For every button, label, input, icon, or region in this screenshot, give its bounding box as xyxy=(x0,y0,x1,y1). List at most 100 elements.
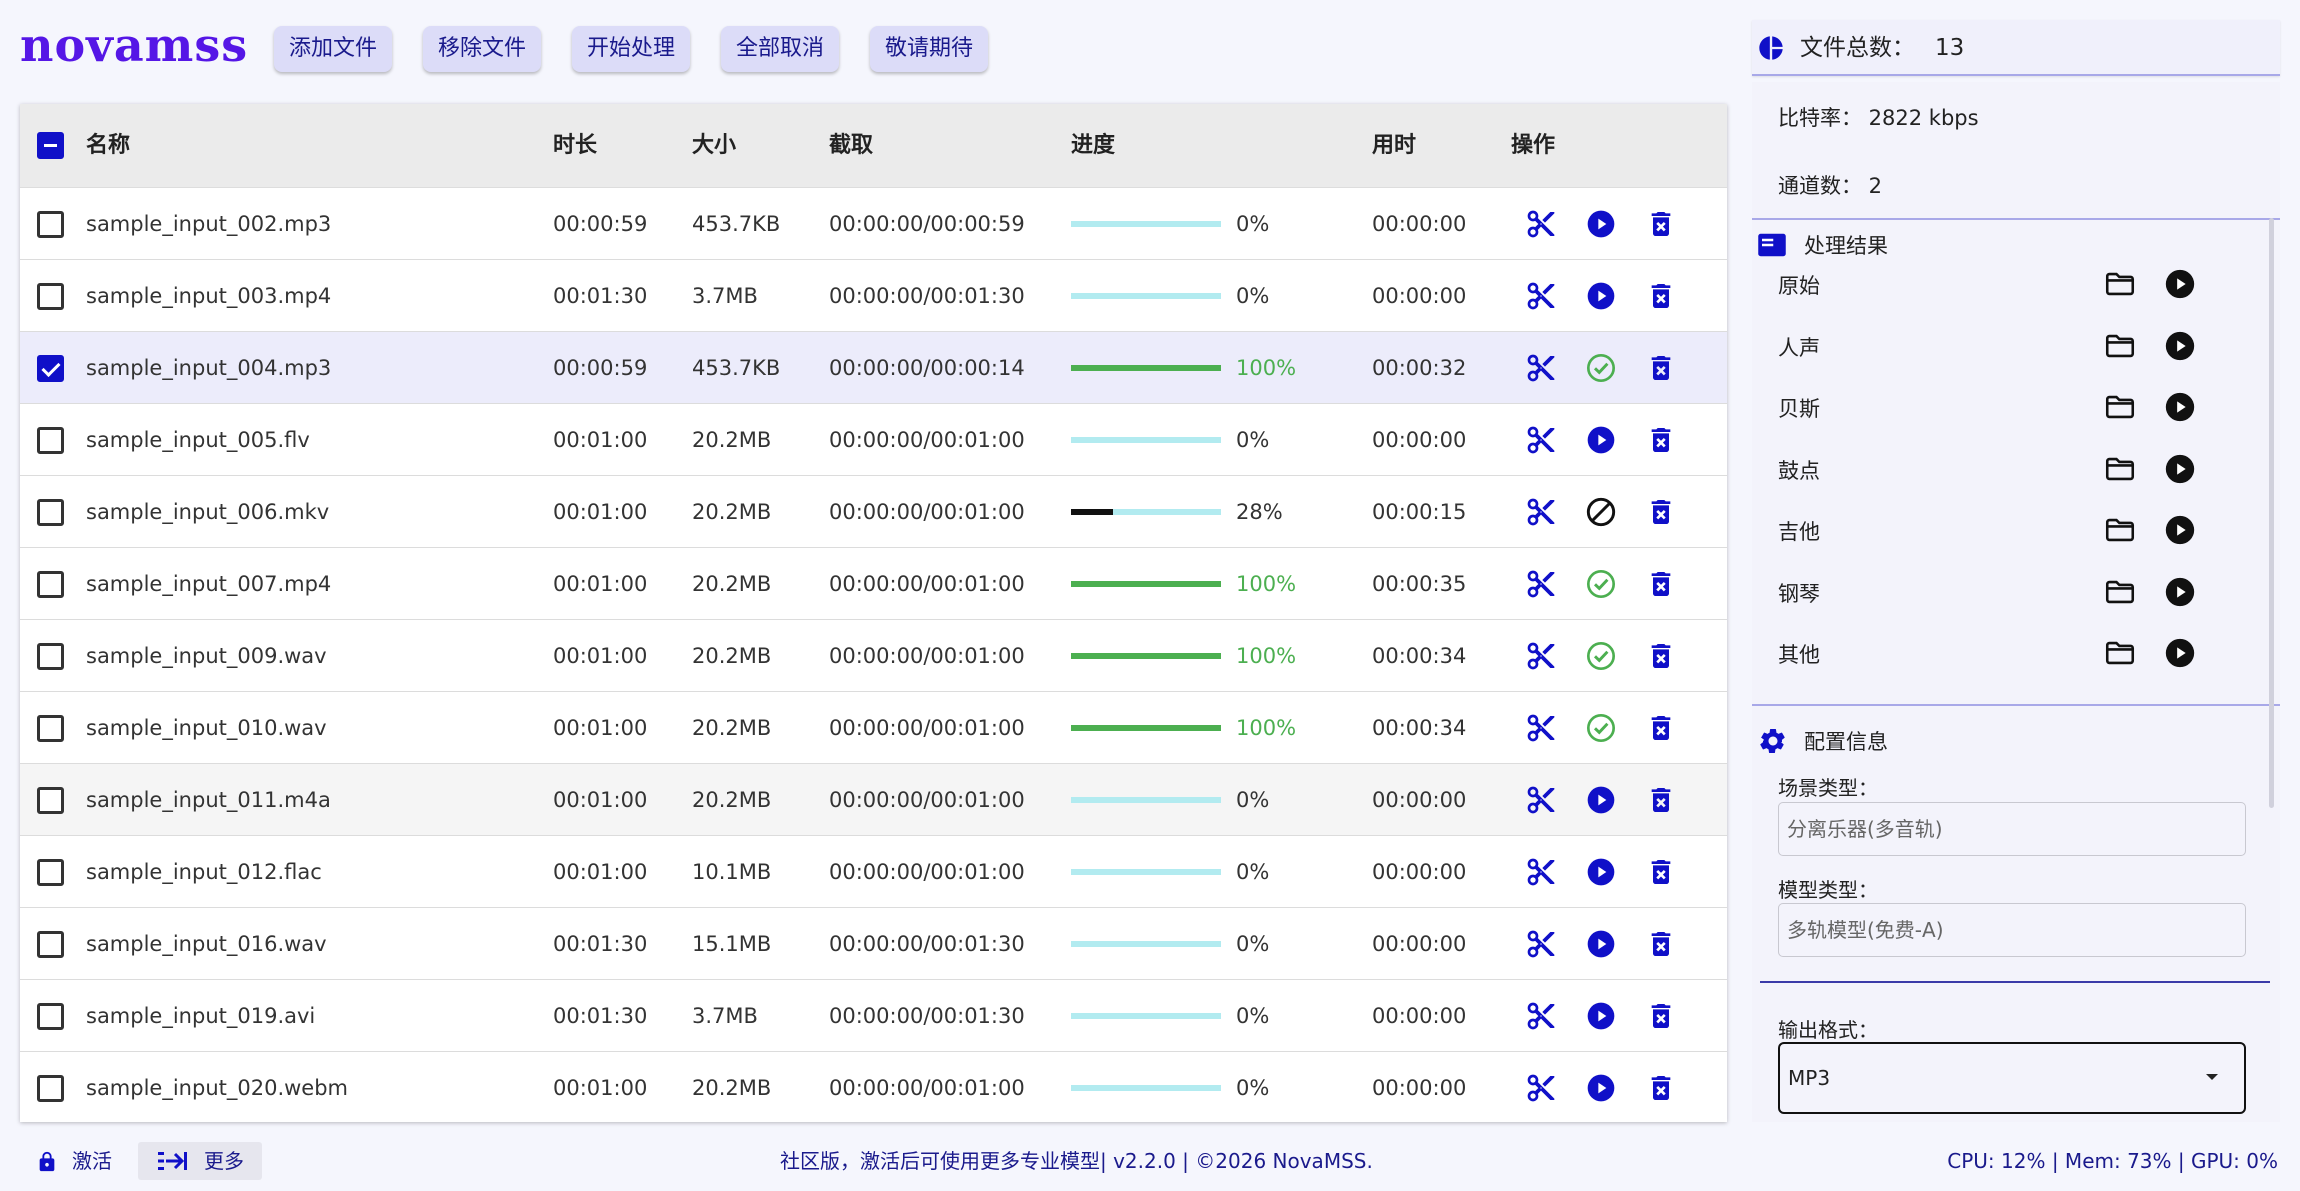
scissors-icon[interactable] xyxy=(1525,280,1557,312)
file-elapsed: 00:00:15 xyxy=(1372,500,1467,524)
play-icon[interactable] xyxy=(2163,267,2197,301)
row-checkbox[interactable] xyxy=(37,427,64,454)
cancel-icon[interactable] xyxy=(1585,496,1617,528)
table-row[interactable]: sample_input_020.webm 00:01:00 20.2MB 00:00… xyxy=(20,1052,1727,1122)
output-format-select[interactable]: MP3 xyxy=(1778,1042,2246,1114)
row-checkbox[interactable] xyxy=(37,643,64,670)
play-icon[interactable] xyxy=(1585,424,1617,456)
play-icon[interactable] xyxy=(1585,208,1617,240)
trash-icon[interactable] xyxy=(1645,1072,1677,1104)
scissors-icon[interactable] xyxy=(1525,424,1557,456)
trash-icon[interactable] xyxy=(1645,424,1677,456)
file-elapsed: 00:00:32 xyxy=(1372,356,1467,380)
scissors-icon[interactable] xyxy=(1525,856,1557,888)
scissors-icon[interactable] xyxy=(1525,712,1557,744)
table-row[interactable]: sample_input_007.mp4 00:01:00 20.2MB 00:00:… xyxy=(20,548,1727,620)
scrollbar[interactable] xyxy=(2269,218,2274,808)
file-name: sample_input_012.flac xyxy=(86,860,322,884)
trash-icon[interactable] xyxy=(1645,352,1677,384)
trash-icon[interactable] xyxy=(1645,280,1677,312)
table-row[interactable]: sample_input_005.flv 00:01:00 20.2MB 00:00:… xyxy=(20,404,1727,476)
trash-icon[interactable] xyxy=(1645,928,1677,960)
scissors-icon[interactable] xyxy=(1525,568,1557,600)
remove-file-button[interactable]: 移除文件 xyxy=(423,26,541,72)
table-row[interactable]: sample_input_004.mp3 00:00:59 453.7KB 00:00… xyxy=(20,332,1727,404)
coming-soon-button[interactable]: 敬请期待 xyxy=(870,26,988,72)
folder-icon[interactable] xyxy=(2103,390,2137,424)
file-duration: 00:01:00 xyxy=(553,860,648,884)
start-processing-button[interactable]: 开始处理 xyxy=(572,26,690,72)
scene-field[interactable]: 分离乐器(多音轨) xyxy=(1778,802,2246,856)
play-icon[interactable] xyxy=(2163,636,2197,670)
row-checkbox[interactable] xyxy=(37,211,64,238)
check-circle-icon[interactable] xyxy=(1585,568,1617,600)
folder-icon[interactable] xyxy=(2103,513,2137,547)
scissors-icon[interactable] xyxy=(1525,352,1557,384)
scissors-icon[interactable] xyxy=(1525,640,1557,672)
check-circle-icon[interactable] xyxy=(1585,352,1617,384)
play-icon[interactable] xyxy=(1585,856,1617,888)
row-checkbox[interactable] xyxy=(37,283,64,310)
table-row[interactable]: sample_input_010.wav 00:01:00 20.2MB 00:00:… xyxy=(20,692,1727,764)
row-checkbox[interactable] xyxy=(37,1075,64,1102)
file-name: sample_input_009.wav xyxy=(86,644,327,668)
play-icon[interactable] xyxy=(2163,452,2197,486)
trash-icon[interactable] xyxy=(1645,712,1677,744)
folder-icon[interactable] xyxy=(2103,267,2137,301)
table-row[interactable]: sample_input_003.mp4 00:01:30 3.7MB 00:00:0… xyxy=(20,260,1727,332)
table-row[interactable]: sample_input_009.wav 00:01:00 20.2MB 00:00:… xyxy=(20,620,1727,692)
trash-icon[interactable] xyxy=(1645,568,1677,600)
row-checkbox[interactable] xyxy=(37,715,64,742)
row-checkbox[interactable] xyxy=(37,499,64,526)
folder-icon[interactable] xyxy=(2103,636,2137,670)
play-icon[interactable] xyxy=(2163,390,2197,424)
progress-text: 0% xyxy=(1236,860,1270,884)
scissors-icon[interactable] xyxy=(1525,208,1557,240)
add-file-button[interactable]: 添加文件 xyxy=(274,26,392,72)
play-icon[interactable] xyxy=(2163,513,2197,547)
check-circle-icon[interactable] xyxy=(1585,712,1617,744)
play-icon[interactable] xyxy=(2163,329,2197,363)
table-row[interactable]: sample_input_012.flac 00:01:00 10.1MB 00:00… xyxy=(20,836,1727,908)
folder-icon[interactable] xyxy=(2103,452,2137,486)
play-icon[interactable] xyxy=(1585,280,1617,312)
table-row[interactable]: sample_input_002.mp3 00:00:59 453.7KB 00:00… xyxy=(20,188,1727,260)
scissors-icon[interactable] xyxy=(1525,1072,1557,1104)
table-row[interactable]: sample_input_011.m4a 00:01:00 20.2MB 00:00:… xyxy=(20,764,1727,836)
folder-icon[interactable] xyxy=(2103,329,2137,363)
scissors-icon[interactable] xyxy=(1525,928,1557,960)
activate-button[interactable]: 激活 xyxy=(36,1146,112,1176)
table-row[interactable]: sample_input_006.mkv 00:01:00 20.2MB 00:00:… xyxy=(20,476,1727,548)
folder-icon[interactable] xyxy=(2103,575,2137,609)
result-label: 钢琴 xyxy=(1778,581,1820,606)
row-checkbox[interactable] xyxy=(37,1003,64,1030)
scissors-icon[interactable] xyxy=(1525,784,1557,816)
trash-icon[interactable] xyxy=(1645,1000,1677,1032)
scissors-icon[interactable] xyxy=(1525,496,1557,528)
model-field[interactable]: 多轨模型(免费-A) xyxy=(1778,903,2246,957)
play-icon[interactable] xyxy=(1585,928,1617,960)
trash-icon[interactable] xyxy=(1645,496,1677,528)
trash-icon[interactable] xyxy=(1645,640,1677,672)
trash-icon[interactable] xyxy=(1645,856,1677,888)
check-circle-icon[interactable] xyxy=(1585,640,1617,672)
cancel-all-button[interactable]: 全部取消 xyxy=(721,26,839,72)
row-checkbox[interactable] xyxy=(37,859,64,886)
table-row[interactable]: sample_input_019.avi 00:01:30 3.7MB 00:00:0… xyxy=(20,980,1727,1052)
trash-icon[interactable] xyxy=(1645,784,1677,816)
play-icon[interactable] xyxy=(1585,1000,1617,1032)
more-button[interactable]: 更多 xyxy=(138,1142,262,1180)
row-checkbox[interactable] xyxy=(37,931,64,958)
play-icon[interactable] xyxy=(2163,575,2197,609)
scissors-icon[interactable] xyxy=(1525,1000,1557,1032)
progress-text: 100% xyxy=(1236,644,1297,668)
table-row[interactable]: sample_input_016.wav 00:01:30 15.1MB 00:00:… xyxy=(20,908,1727,980)
row-checkbox[interactable] xyxy=(37,355,64,382)
trash-icon[interactable] xyxy=(1645,208,1677,240)
select-all-checkbox[interactable] xyxy=(37,132,64,159)
progress-text: 0% xyxy=(1236,428,1270,452)
play-icon[interactable] xyxy=(1585,1072,1617,1104)
row-checkbox[interactable] xyxy=(37,787,64,814)
play-icon[interactable] xyxy=(1585,784,1617,816)
row-checkbox[interactable] xyxy=(37,571,64,598)
